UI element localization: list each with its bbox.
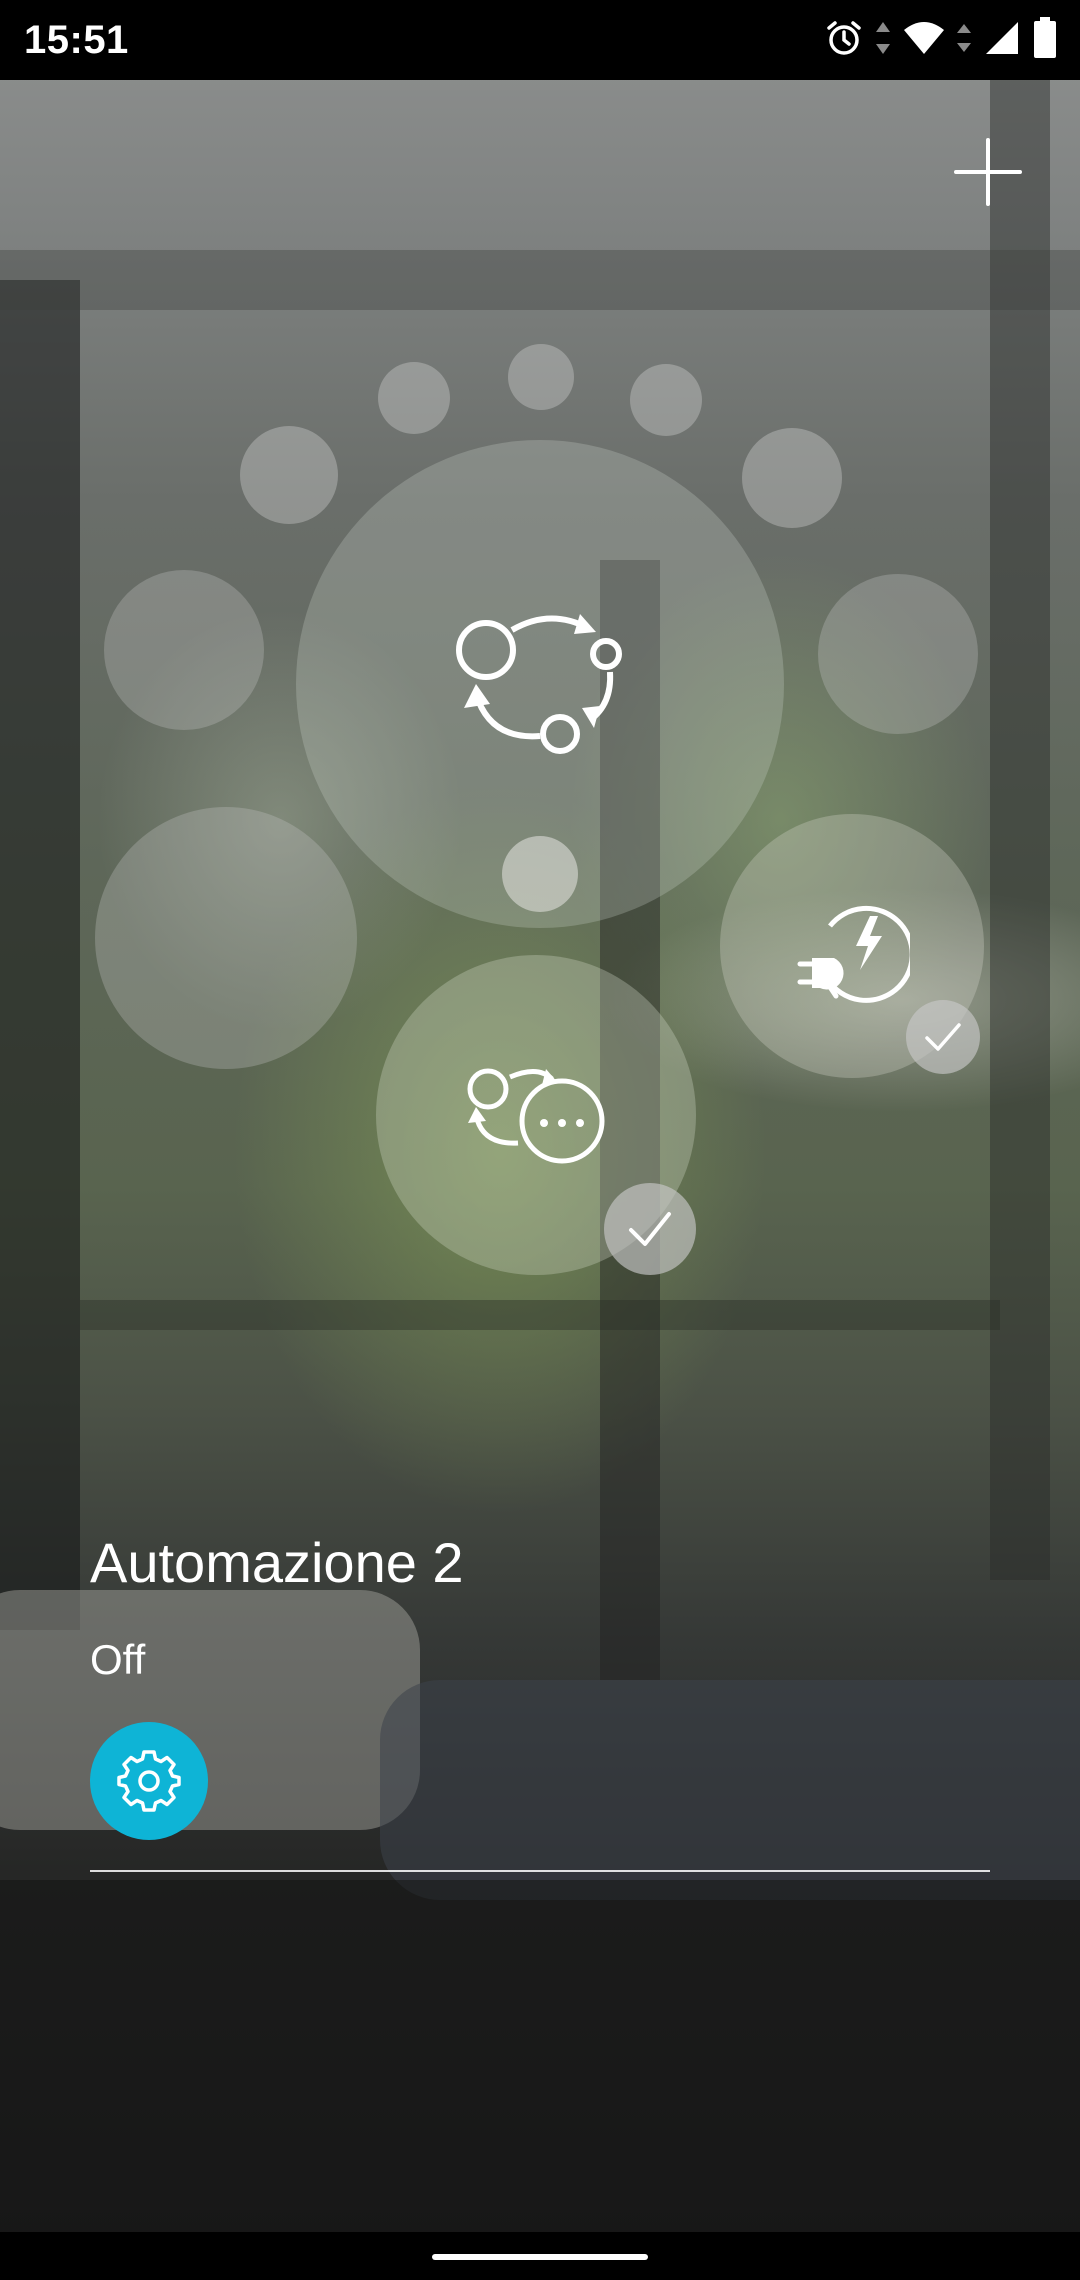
- bubble-small-5[interactable]: [742, 428, 842, 528]
- bubble-medium-right[interactable]: [818, 574, 978, 734]
- bubble-small-2[interactable]: [508, 344, 574, 410]
- bubble-medium-left[interactable]: [104, 570, 264, 730]
- energy-bubble[interactable]: [720, 814, 984, 1078]
- bubble-small-1[interactable]: [378, 362, 450, 434]
- window-frame-top: [0, 250, 1080, 310]
- automation-title: Automazione 2: [90, 1531, 464, 1594]
- status-bar: 15:51: [0, 0, 1080, 80]
- data-arrows-icon-2: [956, 18, 972, 63]
- automation-more-bubble[interactable]: [376, 955, 696, 1275]
- plus-icon: [954, 138, 1022, 206]
- add-button[interactable]: [952, 136, 1024, 208]
- automation-state: Off: [90, 1636, 146, 1683]
- energy-check-badge: [906, 1000, 980, 1074]
- automation-more-icon: [467, 1068, 605, 1164]
- window-frame-left: [0, 280, 80, 1630]
- divider: [90, 1870, 990, 1872]
- home-gesture-bar[interactable]: [432, 2254, 648, 2260]
- check-icon: [629, 1212, 671, 1246]
- cushion: [0, 1590, 420, 1830]
- floor-shadow: [0, 1880, 1080, 2280]
- battery-icon: [1032, 16, 1058, 65]
- gear-icon: [117, 1750, 181, 1812]
- wifi-icon: [902, 18, 946, 63]
- status-icons: [824, 14, 1058, 66]
- selected-check-badge: [604, 1183, 696, 1275]
- window-frame-mid: [80, 1300, 1000, 1330]
- bubble-dot[interactable]: [502, 836, 578, 912]
- settings-button[interactable]: [90, 1722, 208, 1840]
- sofa: [380, 1680, 1080, 1900]
- automation-cycle-icon: [456, 614, 622, 754]
- bubble-large-left[interactable]: [95, 807, 357, 1069]
- signal-icon: [982, 18, 1022, 63]
- data-arrows-icon: [874, 18, 892, 63]
- alarm-icon: [824, 18, 864, 63]
- bubble-small-3[interactable]: [630, 364, 702, 436]
- bubble-small-4[interactable]: [240, 426, 338, 524]
- energy-plug-icon: [797, 905, 910, 1003]
- check-icon-2: [925, 1023, 961, 1051]
- status-time: 15:51: [24, 18, 129, 62]
